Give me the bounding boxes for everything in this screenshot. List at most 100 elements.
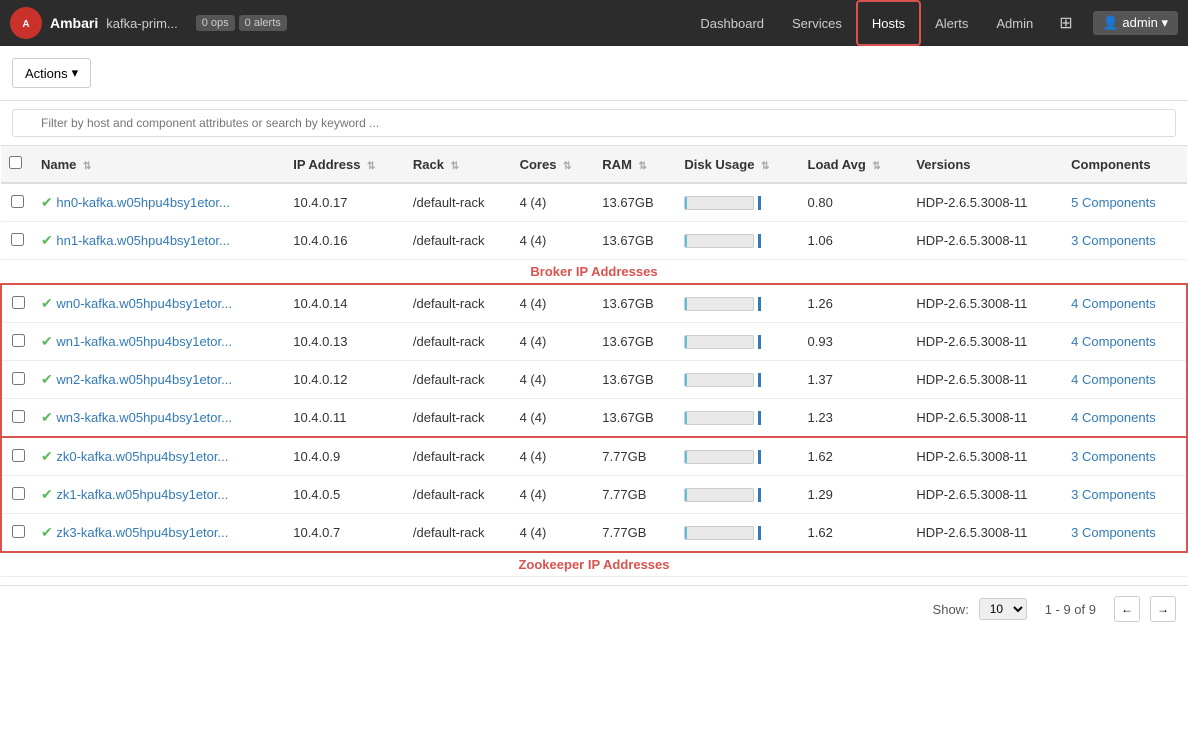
rack-value: /default-rack: [413, 334, 485, 349]
row-status-name: ✔ zk1-kafka.w05hpu4bsy1etor...: [33, 476, 285, 514]
host-link[interactable]: hn0-kafka.w05hpu4bsy1etor...: [56, 195, 229, 210]
alerts-badge[interactable]: 0 alerts: [239, 15, 287, 31]
main-nav: Dashboard Services Hosts Alerts Admin: [686, 0, 1047, 46]
apps-grid-icon[interactable]: ⊞: [1047, 13, 1084, 33]
toolbar: Actions ▾: [0, 46, 1188, 101]
nav-hosts[interactable]: Hosts: [856, 0, 921, 46]
host-link[interactable]: wn3-kafka.w05hpu4bsy1etor...: [56, 410, 232, 425]
row-status-name: ✔ wn3-kafka.w05hpu4bsy1etor...: [33, 399, 285, 438]
nav-services[interactable]: Services: [778, 0, 856, 46]
row-cores: 4 (4): [512, 222, 595, 260]
select-all-checkbox[interactable]: [9, 156, 22, 169]
disk-bar-bg: [684, 488, 754, 502]
row-checkbox[interactable]: [12, 372, 25, 385]
row-cores: 4 (4): [512, 399, 595, 438]
ip-value: 10.4.0.17: [293, 195, 347, 210]
row-components: 4 Components: [1063, 361, 1187, 399]
disk-bar: [684, 196, 791, 210]
nav-admin[interactable]: Admin: [982, 0, 1047, 46]
host-link[interactable]: wn1-kafka.w05hpu4bsy1etor...: [56, 334, 232, 349]
header-rack[interactable]: Rack ⇅: [405, 146, 512, 183]
row-checkbox[interactable]: [12, 334, 25, 347]
disk-bar-fill: [685, 298, 686, 310]
cores-value: 4 (4): [520, 487, 547, 502]
components-link[interactable]: 3 Components: [1071, 233, 1156, 248]
header-name[interactable]: Name ⇅: [33, 146, 285, 183]
header-cores[interactable]: Cores ⇅: [512, 146, 595, 183]
components-link[interactable]: 4 Components: [1071, 334, 1156, 349]
header-components: Components: [1063, 146, 1187, 183]
row-checkbox[interactable]: [11, 195, 24, 208]
header-load[interactable]: Load Avg ⇅: [800, 146, 909, 183]
components-link[interactable]: 3 Components: [1071, 487, 1156, 502]
row-checkbox-cell: [1, 514, 33, 553]
host-link[interactable]: hn1-kafka.w05hpu4bsy1etor...: [56, 233, 229, 248]
ram-value: 13.67GB: [602, 296, 653, 311]
disk-bar-bg: [684, 450, 754, 464]
header-disk[interactable]: Disk Usage ⇅: [676, 146, 799, 183]
ram-value: 13.67GB: [602, 372, 653, 387]
host-link[interactable]: wn0-kafka.w05hpu4bsy1etor...: [56, 296, 232, 311]
row-load: 0.80: [800, 183, 909, 222]
cluster-name: kafka-prim...: [106, 16, 178, 31]
app-logo: A: [10, 7, 42, 39]
disk-bar-line: [758, 526, 761, 540]
nav-alerts[interactable]: Alerts: [921, 0, 982, 46]
components-link[interactable]: 4 Components: [1071, 372, 1156, 387]
per-page-select[interactable]: 10 25 50: [979, 598, 1027, 620]
row-load: 0.93: [800, 323, 909, 361]
hosts-table-wrapper: Name ⇅ IP Address ⇅ Rack ⇅ Cores ⇅ RAM ⇅…: [0, 146, 1188, 577]
version-value: HDP-2.6.5.3008-11: [916, 487, 1027, 502]
row-checkbox[interactable]: [11, 233, 24, 246]
row-components: 5 Components: [1063, 183, 1187, 222]
row-load: 1.06: [800, 222, 909, 260]
version-value: HDP-2.6.5.3008-11: [916, 525, 1027, 540]
row-version: HDP-2.6.5.3008-11: [908, 183, 1063, 222]
host-link[interactable]: zk0-kafka.w05hpu4bsy1etor...: [56, 449, 228, 464]
next-page-button[interactable]: →: [1150, 596, 1176, 622]
host-link[interactable]: zk3-kafka.w05hpu4bsy1etor...: [56, 525, 228, 540]
prev-page-button[interactable]: ←: [1114, 596, 1140, 622]
components-link[interactable]: 3 Components: [1071, 525, 1156, 540]
row-ram: 7.77GB: [594, 437, 676, 476]
components-link[interactable]: 4 Components: [1071, 410, 1156, 425]
table-footer: Show: 10 25 50 1 - 9 of 9 ← →: [0, 585, 1188, 632]
rack-value: /default-rack: [413, 487, 485, 502]
row-rack: /default-rack: [405, 323, 512, 361]
ip-value: 10.4.0.16: [293, 233, 347, 248]
row-load: 1.29: [800, 476, 909, 514]
disk-bar-bg: [684, 335, 754, 349]
components-link[interactable]: 5 Components: [1071, 195, 1156, 210]
components-link[interactable]: 3 Components: [1071, 449, 1156, 464]
header-ip[interactable]: IP Address ⇅: [285, 146, 405, 183]
row-ip: 10.4.0.12: [285, 361, 405, 399]
row-checkbox[interactable]: [12, 410, 25, 423]
disk-bar: [684, 488, 791, 502]
disk-bar: [684, 297, 791, 311]
actions-button[interactable]: Actions ▾: [12, 58, 91, 88]
row-disk: [676, 361, 799, 399]
navbar: A Ambari kafka-prim... 0 ops 0 alerts Da…: [0, 0, 1188, 46]
row-checkbox[interactable]: [12, 449, 25, 462]
row-disk: [676, 514, 799, 553]
row-components: 3 Components: [1063, 514, 1187, 553]
header-ram[interactable]: RAM ⇅: [594, 146, 676, 183]
ops-badge[interactable]: 0 ops: [196, 15, 235, 31]
row-checkbox[interactable]: [12, 487, 25, 500]
disk-bar: [684, 234, 791, 248]
user-menu[interactable]: 👤 admin ▾: [1093, 11, 1178, 35]
components-link[interactable]: 4 Components: [1071, 296, 1156, 311]
disk-bar-fill: [685, 412, 686, 424]
header-checkbox[interactable]: [1, 146, 33, 183]
nav-dashboard[interactable]: Dashboard: [686, 0, 778, 46]
host-link[interactable]: zk1-kafka.w05hpu4bsy1etor...: [56, 487, 228, 502]
host-link[interactable]: wn2-kafka.w05hpu4bsy1etor...: [56, 372, 232, 387]
search-input[interactable]: [12, 109, 1176, 137]
brand[interactable]: A Ambari kafka-prim...: [10, 7, 186, 39]
cores-value: 4 (4): [520, 525, 547, 540]
table-row: ✔ hn0-kafka.w05hpu4bsy1etor... 10.4.0.17…: [1, 183, 1187, 222]
row-ram: 7.77GB: [594, 514, 676, 553]
cores-value: 4 (4): [520, 410, 547, 425]
row-checkbox[interactable]: [12, 525, 25, 538]
row-checkbox[interactable]: [12, 296, 25, 309]
